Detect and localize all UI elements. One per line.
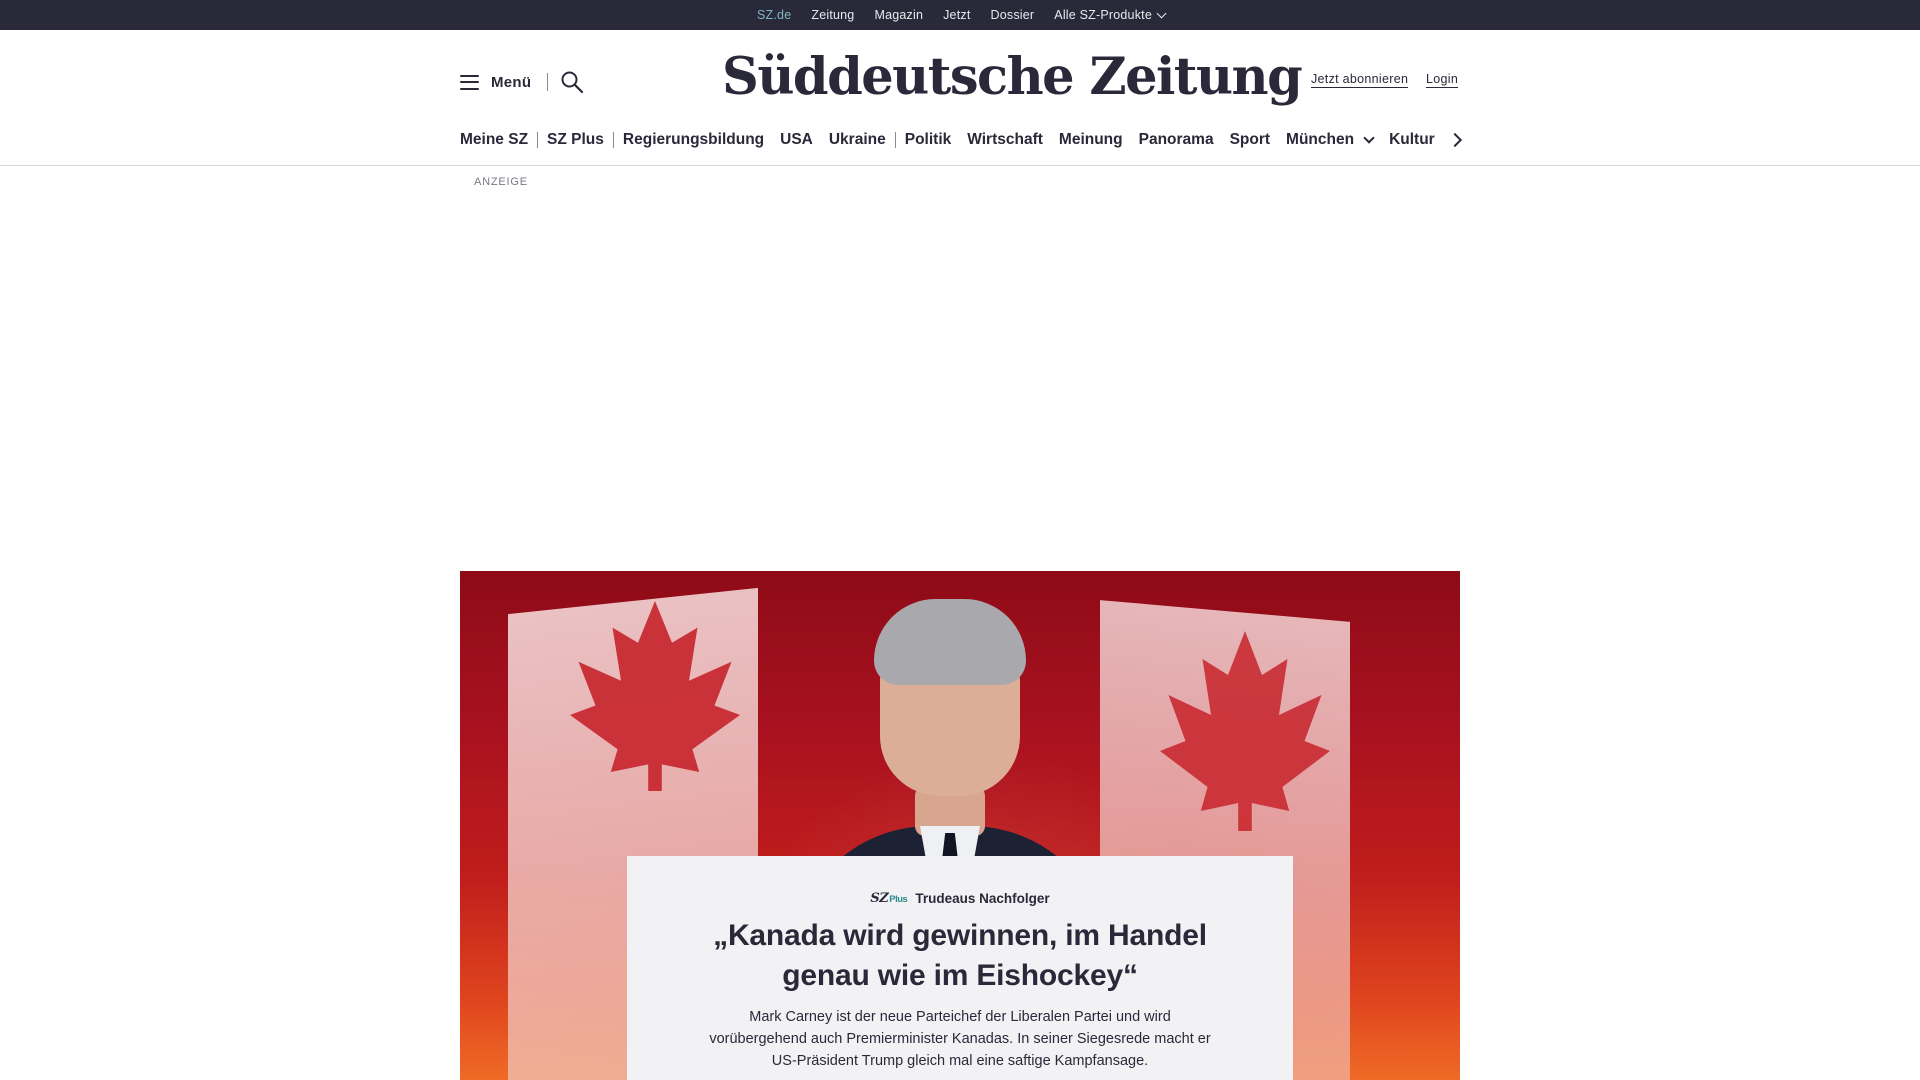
teaser-text-box: SZPlus Trudeaus Nachfolger „Kanada wird … xyxy=(627,856,1293,1080)
ad-label: ANZEIGE xyxy=(474,176,528,188)
service-links: SZ.de Zeitung Magazin Jetzt Dossier Alle… xyxy=(0,0,1920,33)
sz-plus-badge-plus: Plus xyxy=(889,893,908,905)
teaser-kicker-line: SZPlus Trudeaus Nachfolger xyxy=(627,889,1293,907)
teaser-headline[interactable]: „Kanada wird gewinnen, im Handel genau w… xyxy=(680,916,1240,996)
service-link-szde[interactable]: SZ.de xyxy=(757,8,791,33)
nav-scroll-right-button[interactable] xyxy=(1450,134,1460,144)
menu-button[interactable]: Menü xyxy=(460,70,531,94)
site-logo[interactable]: Süddeutsche Zeitung xyxy=(722,42,1303,112)
nav-item-usa[interactable]: USA xyxy=(780,131,813,149)
service-link-dossier[interactable]: Dossier xyxy=(991,8,1035,22)
nav-divider xyxy=(537,132,539,148)
login-link[interactable]: Login xyxy=(1426,72,1459,88)
nav-item-meinung[interactable]: Meinung xyxy=(1059,131,1123,149)
nav-item-sz-plus[interactable]: SZ Plus xyxy=(547,131,604,149)
nav-item-muenchen[interactable]: München xyxy=(1286,131,1375,149)
search-button[interactable] xyxy=(560,70,584,94)
sz-plus-badge-main: SZ xyxy=(870,890,889,906)
nav-item-wirtschaft[interactable]: Wirtschaft xyxy=(967,131,1043,149)
site-header: Menü Süddeutsche Zeitung Jetzt abonniere… xyxy=(0,30,1920,166)
nav-item-panorama[interactable]: Panorama xyxy=(1139,131,1214,149)
sz-plus-badge: SZPlus xyxy=(870,891,907,906)
menu-label: Menü xyxy=(491,73,532,91)
menu-icon xyxy=(460,74,479,90)
search-icon xyxy=(561,71,584,94)
nav-item-politik[interactable]: Politik xyxy=(905,131,952,149)
lead-teaser[interactable]: SZPlus Trudeaus Nachfolger „Kanada wird … xyxy=(460,571,1460,1080)
header-divider xyxy=(547,73,548,91)
nav-item-regierungsbildung[interactable]: Regierungsbildung xyxy=(623,131,764,149)
nav-item-meine-sz[interactable]: Meine SZ xyxy=(460,131,528,149)
person-hair xyxy=(874,599,1026,685)
teaser-summary: Mark Carney ist der neue Parteichef der … xyxy=(709,1009,1211,1069)
nav-item-sport[interactable]: Sport xyxy=(1230,131,1270,149)
nav-divider xyxy=(894,132,896,148)
nav-item-muenchen-label: München xyxy=(1286,131,1355,148)
service-link-jetzt[interactable]: Jetzt xyxy=(943,8,970,22)
nav-item-kultur[interactable]: Kultur xyxy=(1389,131,1435,149)
service-bar: SZ.de Zeitung Magazin Jetzt Dossier Alle… xyxy=(0,0,1920,33)
teaser-kicker: Trudeaus Nachfolger xyxy=(915,890,1050,906)
subscribe-link[interactable]: Jetzt abonnieren xyxy=(1311,72,1409,88)
nav-divider xyxy=(612,132,614,148)
service-link-all-products-label: Alle SZ-Produkte xyxy=(1054,8,1152,22)
service-link-zeitung[interactable]: Zeitung xyxy=(811,8,854,22)
nav-item-ukraine[interactable]: Ukraine xyxy=(829,131,886,149)
chevron-down-icon xyxy=(1363,131,1375,144)
service-link-all-products[interactable]: Alle SZ-Produkte xyxy=(1054,8,1167,22)
main-navigation: Meine SZ SZ Plus Regierungsbildung USA U… xyxy=(460,128,1460,152)
service-link-magazin[interactable]: Magazin xyxy=(874,8,923,22)
chevron-down-icon xyxy=(1156,8,1167,18)
